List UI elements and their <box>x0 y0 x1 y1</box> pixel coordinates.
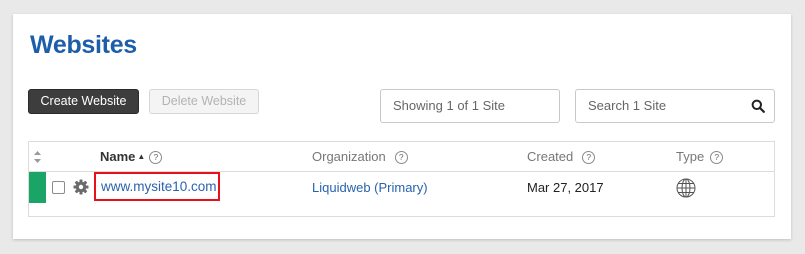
help-icon[interactable]: ? <box>710 151 724 164</box>
page-title: Websites <box>30 31 137 59</box>
search-icon[interactable] <box>751 99 765 113</box>
globe-icon <box>676 178 696 198</box>
column-organization-label: Organization <box>312 149 386 164</box>
organization-link[interactable]: Liquidweb (Primary) <box>312 172 428 203</box>
create-website-button[interactable]: Create Website <box>28 89 139 114</box>
row-checkbox[interactable] <box>52 181 65 194</box>
delete-website-button[interactable]: Delete Website <box>149 89 259 114</box>
search-placeholder: Search 1 Site <box>588 98 667 113</box>
column-created-label: Created <box>527 149 574 164</box>
websites-panel: Websites Create Website Delete Website S… <box>13 14 791 239</box>
column-header-name[interactable]: Name ▲? <box>100 142 163 172</box>
table-row[interactable]: www.mysite10.com Liquidweb (Primary) Mar… <box>29 172 774 203</box>
created-date: Mar 27, 2017 <box>527 180 604 195</box>
status-indicator <box>29 172 46 203</box>
highlight-box: www.mysite10.com <box>94 172 220 201</box>
gear-icon[interactable] <box>73 179 89 195</box>
column-header-type[interactable]: Type? <box>676 142 724 172</box>
sort-handle-icon[interactable] <box>33 150 42 164</box>
help-icon[interactable]: ? <box>394 151 408 164</box>
sort-ascending-icon: ▲ <box>137 152 146 161</box>
column-header-organization[interactable]: Organization? <box>312 142 408 172</box>
showing-count-field: Showing 1 of 1 Site <box>380 89 560 123</box>
help-icon[interactable]: ? <box>149 151 163 164</box>
column-header-created[interactable]: Created? <box>527 142 596 172</box>
column-type-label: Type <box>676 149 705 164</box>
help-icon[interactable]: ? <box>582 151 596 164</box>
column-name-label: Name <box>100 149 136 164</box>
website-name-link[interactable]: www.mysite10.com <box>101 174 217 199</box>
search-input[interactable]: Search 1 Site <box>575 89 775 123</box>
table-header: Name ▲? Organization? Created? Type? <box>29 142 774 172</box>
websites-table: Name ▲? Organization? Created? Type? www… <box>28 141 775 217</box>
